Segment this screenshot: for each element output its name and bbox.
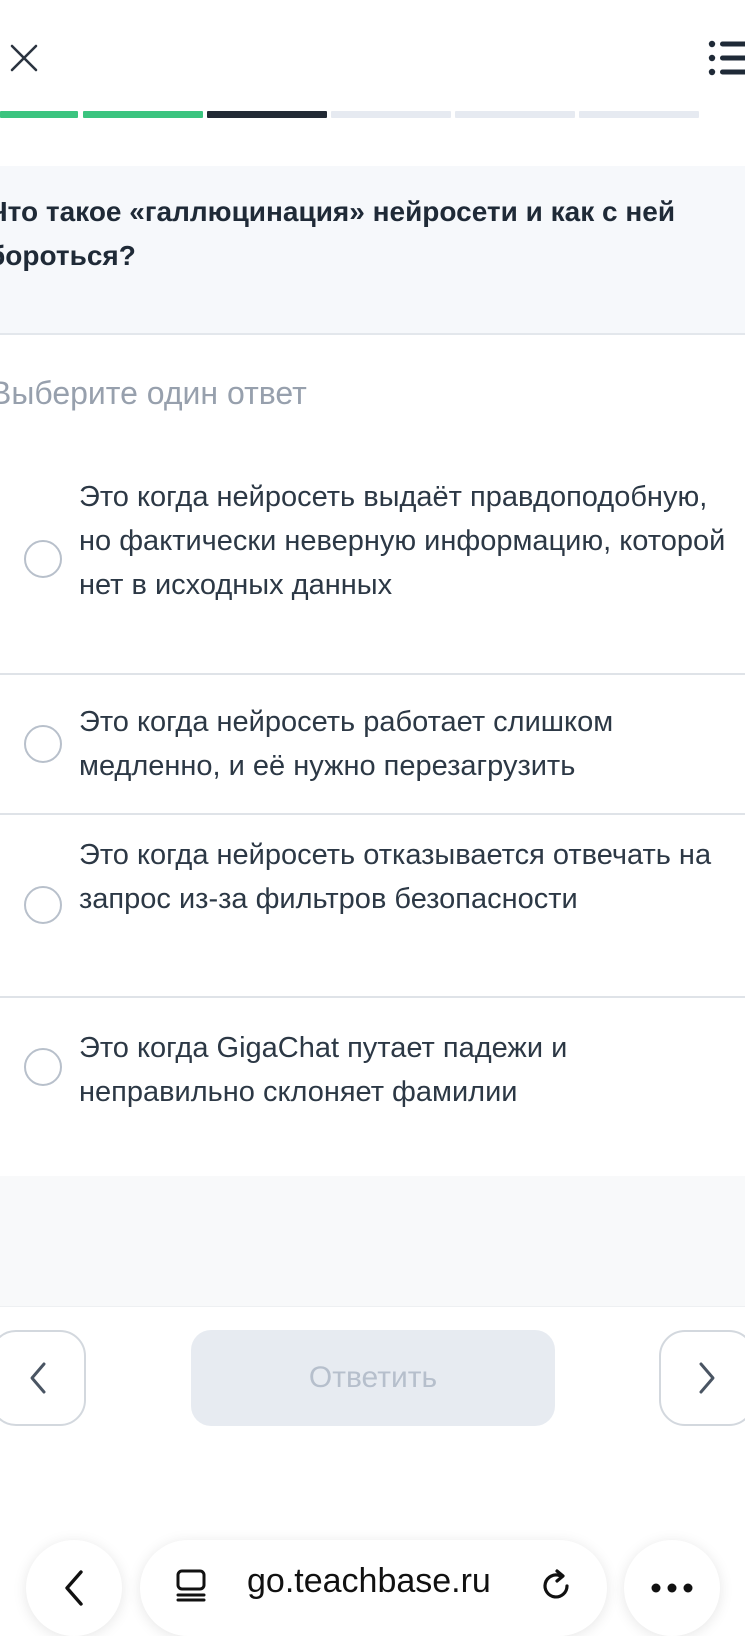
question-title: Что такое «галлюцинация» нейросети и как… [0, 196, 676, 271]
next-question-button[interactable] [659, 1330, 745, 1426]
radio-button[interactable] [24, 725, 62, 763]
radio-button[interactable] [24, 540, 62, 578]
question-block: Что такое «галлюцинация» нейросети и как… [0, 166, 745, 335]
menu-button[interactable] [708, 38, 745, 78]
url-text: go.teachbase.ru [247, 1562, 491, 1600]
answer-option-label: Это когда нейросеть работает слишком мед… [79, 706, 614, 782]
close-icon [10, 44, 38, 72]
radio-button[interactable] [24, 886, 62, 924]
answer-option[interactable]: Это когда GigaChat путает падежи и непра… [0, 998, 745, 1176]
address-bar[interactable]: go.teachbase.ru [140, 1540, 607, 1636]
progress-segment [207, 111, 327, 118]
close-button[interactable] [4, 38, 44, 78]
chevron-left-icon [30, 1362, 46, 1394]
reload-icon[interactable] [538, 1568, 574, 1604]
list-menu-icon [708, 40, 745, 76]
answer-option-label: Это когда GigaChat путает падежи и непра… [79, 1032, 568, 1108]
previous-question-button[interactable] [0, 1330, 86, 1426]
browser-back-button[interactable] [26, 1540, 122, 1636]
submit-answer-button[interactable]: Ответить [191, 1330, 555, 1426]
progress-segment [331, 111, 451, 118]
answer-option-label: Это когда нейросеть выдаёт правдоподобну… [79, 481, 726, 601]
chevron-left-icon [65, 1570, 83, 1606]
answer-option[interactable]: Это когда нейросеть выдаёт правдоподобну… [0, 465, 745, 675]
progress-segment [455, 111, 575, 118]
answer-option[interactable]: Это когда нейросеть отказывается отвечат… [0, 815, 745, 998]
reader-icon [176, 1569, 206, 1602]
content-footer-area [0, 1176, 745, 1306]
radio-button[interactable] [24, 1048, 62, 1086]
progress-segment [83, 111, 203, 118]
answer-instruction: Выберите один ответ [0, 375, 307, 411]
chevron-right-icon [699, 1362, 715, 1394]
progress-segment [579, 111, 699, 118]
browser-more-button[interactable] [624, 1540, 720, 1636]
answer-option-label: Это когда нейросеть отказывается отвечат… [79, 839, 712, 915]
answer-option[interactable]: Это когда нейросеть работает слишком мед… [0, 675, 745, 815]
more-icon [651, 1583, 693, 1593]
progress-segment [0, 111, 78, 118]
